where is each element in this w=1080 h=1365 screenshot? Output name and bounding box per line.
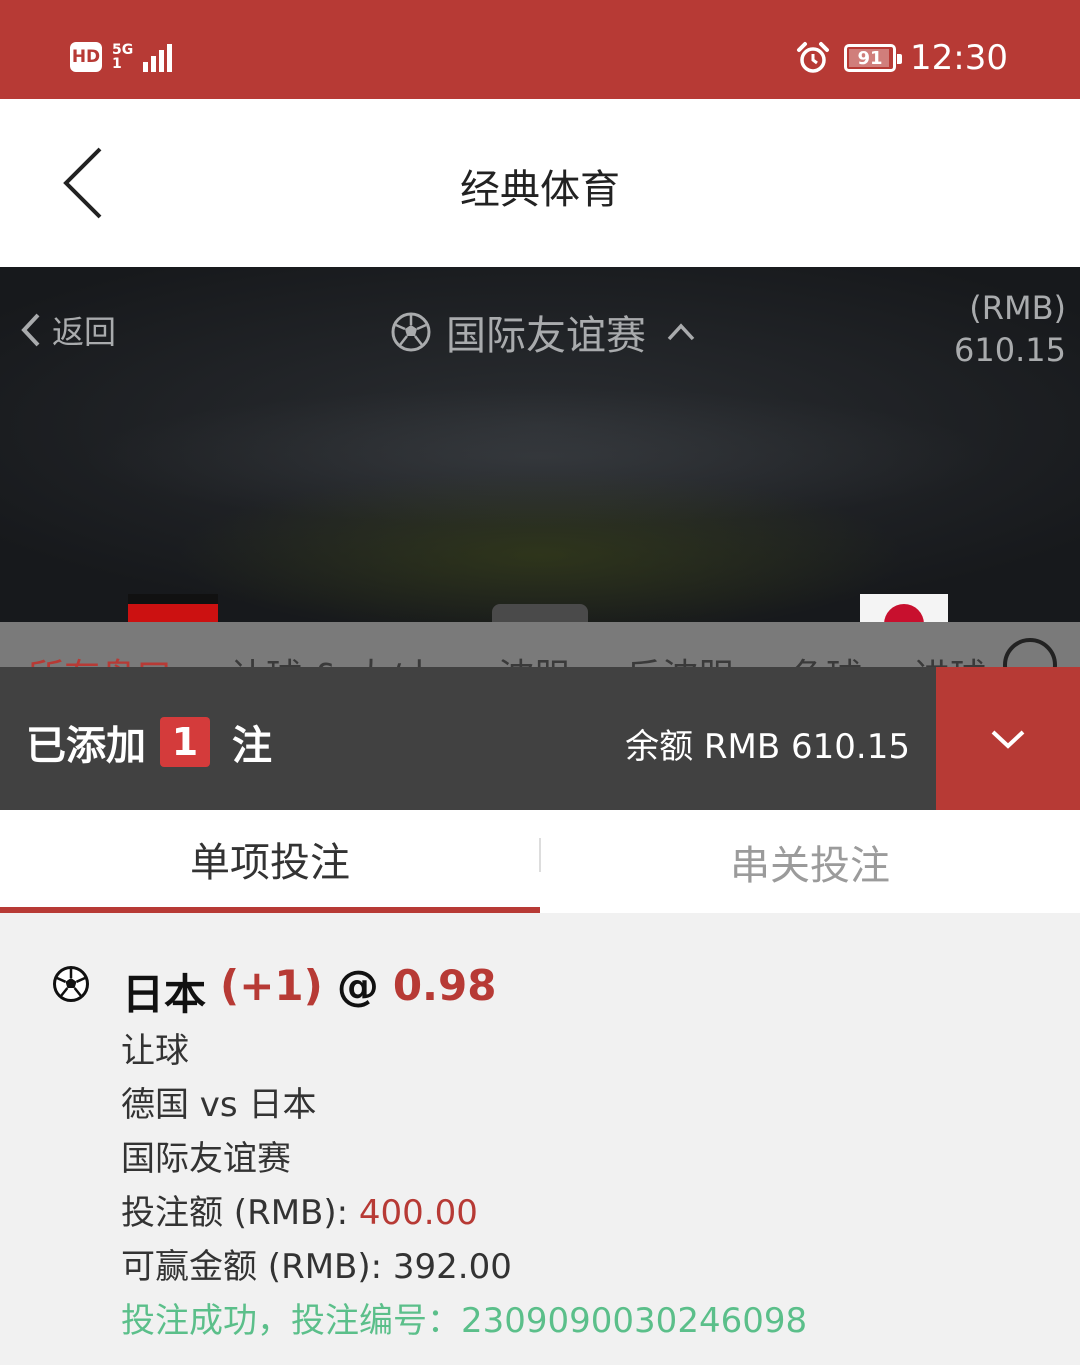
status-left: HD 5G 1	[70, 42, 173, 72]
chevron-down-icon	[991, 730, 1025, 749]
ticket-stake: 投注额 (RMB): 400.00	[121, 1185, 478, 1234]
hd-icon: HD	[70, 42, 102, 72]
ticket-payout: 可赢金额 (RMB): 392.00	[121, 1239, 512, 1288]
bet-count-summary: 已添加 1 注	[26, 713, 272, 771]
match-hero: 返回 国际友谊赛 (RMB) 610.15 所有盘口 让球 & 大/小 波胆 反…	[0, 267, 1080, 667]
close-circle-icon[interactable]	[1003, 638, 1057, 667]
market-tab-correct-score[interactable]: 波胆	[498, 648, 570, 667]
japan-flag	[860, 594, 948, 624]
alarm-icon	[797, 42, 830, 73]
selection-odds: 0.98	[392, 961, 497, 1010]
page-title: 经典体育	[460, 167, 620, 213]
ticket-selection: 日本 (+1) @ 0.98	[122, 961, 496, 1022]
hero-back-label: 返回	[52, 313, 117, 351]
soccer-ball-icon	[53, 966, 89, 1002]
battery-icon: 91	[844, 44, 903, 72]
added-label: 已添加	[26, 723, 146, 769]
ticket-market: 让球	[121, 1031, 189, 1071]
market-tab-all[interactable]: 所有盘口	[28, 648, 172, 667]
selection-handicap: (+1)	[220, 961, 323, 1010]
hero-balance-amount: 610.15	[954, 331, 1066, 369]
market-tab-goals[interactable]: 进球	[914, 648, 986, 667]
bet-ticket: 日本 (+1) @ 0.98 让球 德国 vs 日本 国际友谊赛 投注额 (RM…	[0, 913, 1080, 1365]
network-indicator: 5G 1	[112, 43, 133, 71]
market-tabs: 所有盘口 让球 & 大/小 波胆 反波胆 角球 进球	[0, 622, 1080, 667]
germany-flag	[128, 594, 218, 624]
network-type: 5G	[112, 42, 134, 58]
league-selector[interactable]: 国际友谊赛	[390, 303, 696, 361]
hero-back-button[interactable]: 返回	[20, 307, 116, 353]
tab-parlay-bet[interactable]: 串关投注	[540, 810, 1080, 913]
collapse-slip-button[interactable]	[936, 667, 1080, 810]
battery-percent: 91	[857, 47, 883, 69]
market-tab-anti-score[interactable]: 反波胆	[626, 648, 734, 667]
chevron-up-icon	[667, 323, 695, 341]
payout-label: 可赢金额 (RMB):	[121, 1247, 393, 1287]
stake-value: 400.00	[358, 1193, 478, 1233]
title-bar: 经典体育	[0, 99, 1080, 267]
league-name: 国际友谊赛	[446, 313, 646, 359]
hero-balance: (RMB) 610.15	[954, 287, 1066, 371]
bet-unit-label: 注	[232, 723, 272, 769]
stadium-background	[80, 387, 1000, 527]
bet-count-badge: 1	[160, 717, 210, 767]
status-right: 91 12:30	[796, 38, 1008, 78]
bet-type-tabs: 单项投注 串关投注	[0, 810, 1080, 913]
payout-value: 392.00	[392, 1247, 512, 1287]
network-sub: 1	[112, 56, 122, 72]
market-tab-corners[interactable]: 角球	[790, 648, 862, 667]
market-tab-handicap[interactable]: 让球 & 大/小	[230, 648, 437, 667]
stake-label: 投注额 (RMB):	[121, 1193, 359, 1233]
ticket-league: 国际友谊赛	[121, 1139, 291, 1179]
status-bar: HD 5G 1 91 12:30	[0, 0, 1080, 99]
ticket-match: 德国 vs 日本	[121, 1085, 317, 1125]
chevron-left-icon	[21, 313, 40, 347]
tab-single-bet[interactable]: 单项投注	[0, 810, 540, 913]
selection-at: @	[336, 961, 379, 1010]
hero-balance-currency: (RMB)	[969, 289, 1066, 327]
bet-slip-header: 已添加 1 注 余额 RMB 610.15	[0, 667, 1080, 810]
slip-balance: 余额 RMB 610.15	[625, 727, 910, 767]
bet-success-message: 投注成功，投注编号：2309090030246098	[121, 1301, 808, 1341]
soccer-ball-icon	[391, 312, 431, 352]
selection-team: 日本	[122, 970, 207, 1019]
signal-icon	[143, 42, 173, 72]
clock: 12:30	[910, 38, 1008, 78]
